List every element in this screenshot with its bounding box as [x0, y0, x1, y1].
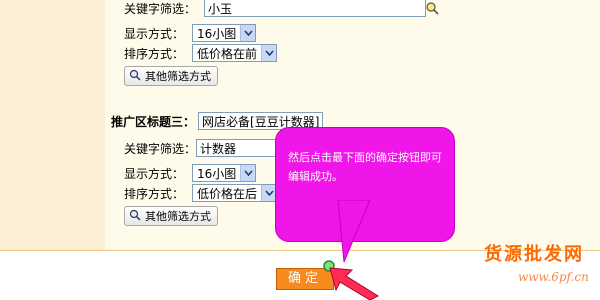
sort-mode-label: 排序方式：: [124, 186, 185, 201]
sort-mode-row-a: 排序方式： 低价格在前: [124, 44, 278, 62]
chevron-down-icon: [240, 25, 256, 41]
other-filter-label: 其他筛选方式: [145, 70, 211, 83]
pointer-arrow-icon: [323, 260, 380, 300]
other-filter-button[interactable]: 其他筛选方式: [124, 66, 218, 86]
keyword-filter-input[interactable]: [196, 139, 279, 157]
other-filter-button[interactable]: 其他筛选方式: [124, 206, 218, 226]
keyword-filter-input[interactable]: [204, 0, 427, 17]
search-icon[interactable]: [425, 1, 439, 15]
left-sidebar-area: [0, 0, 105, 250]
promo-title-label: 推广区标题三：: [111, 114, 196, 129]
other-filter-label: 其他筛选方式: [145, 210, 211, 223]
chevron-down-icon: [240, 165, 256, 181]
chevron-down-icon: [261, 185, 277, 201]
display-mode-row-b: 显示方式： 16小图: [124, 164, 257, 182]
display-mode-label: 显示方式：: [124, 166, 185, 181]
sort-mode-select[interactable]: 低价格在前: [192, 44, 278, 62]
sort-mode-value: 低价格在后: [197, 186, 258, 201]
keyword-filter-row-b: 关键字筛选：: [124, 139, 279, 157]
display-mode-value: 16小图: [197, 26, 237, 41]
display-mode-row-a: 显示方式： 16小图: [124, 24, 257, 42]
sort-mode-row-b: 排序方式： 低价格在后: [124, 184, 278, 202]
watermark-brand: 货源批发网: [484, 244, 584, 265]
keyword-filter-row-a: 关键字筛选：: [124, 0, 427, 17]
chevron-down-icon: [261, 45, 277, 61]
keyword-filter-label: 关键字筛选：: [124, 141, 197, 156]
display-mode-select[interactable]: 16小图: [192, 24, 257, 42]
display-mode-select[interactable]: 16小图: [192, 164, 257, 182]
watermark-url: www.6pf.cn: [518, 270, 589, 284]
search-icon: [129, 69, 141, 84]
display-mode-label: 显示方式：: [124, 26, 185, 41]
search-icon: [129, 209, 141, 224]
sort-mode-label: 排序方式：: [124, 46, 185, 61]
callout-text: 然后点击最下面的确定按钮即可编辑成功。: [288, 151, 442, 183]
keyword-filter-label: 关键字筛选：: [124, 1, 197, 16]
sort-mode-select[interactable]: 低价格在后: [192, 184, 278, 202]
sort-mode-value: 低价格在前: [197, 46, 258, 61]
display-mode-value: 16小图: [197, 166, 237, 181]
